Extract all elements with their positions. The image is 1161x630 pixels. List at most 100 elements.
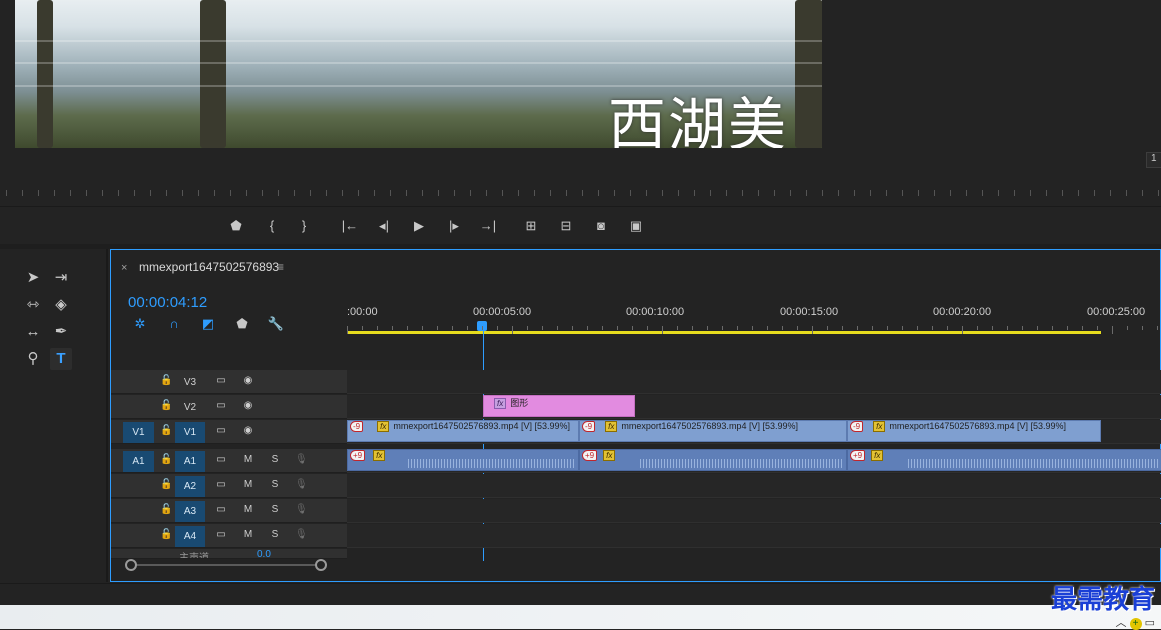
add-marker-button[interactable]: ⬟ <box>226 216 246 236</box>
close-sequence-icon[interactable]: × <box>121 262 127 274</box>
sync-lock-icon[interactable]: ▭ <box>214 529 228 540</box>
extract-button[interactable]: ⊟ <box>556 216 576 236</box>
work-area-bar[interactable] <box>347 331 1101 334</box>
lock-icon[interactable]: 🔓 <box>160 504 172 515</box>
track-header-a3[interactable]: 🔓 A3 ▭ M S 🎙 <box>111 499 347 523</box>
ripple-edit-tool-icon[interactable]: ⇿ <box>22 294 44 316</box>
track-header-a1[interactable]: A1 🔓 A1 ▭ M S 🎙 <box>111 449 347 473</box>
microphone-icon[interactable]: 🎙 <box>295 479 308 490</box>
lock-icon[interactable]: 🔓 <box>160 425 172 436</box>
track-select-tool-icon[interactable]: ⇥ <box>50 267 72 289</box>
mute-button[interactable]: M <box>241 529 255 540</box>
track-name[interactable]: A2 <box>175 476 205 497</box>
track-header-v2[interactable]: 🔓 V2 ▭ ◉ <box>111 395 347 419</box>
track-lane-a4[interactable] <box>347 524 1161 548</box>
track-lane-v1[interactable]: -9 fx mmexport1647502576893.mp4 [V] [53.99… <box>347 420 1161 444</box>
sync-lock-icon[interactable]: ▭ <box>214 375 228 386</box>
track-name[interactable]: V3 <box>175 372 205 393</box>
scroll-end-handle[interactable] <box>315 559 327 571</box>
step-back-button[interactable]: ◂| <box>374 216 394 236</box>
chevron-up-icon[interactable]: ︿ <box>1115 617 1126 629</box>
source-patch-v1[interactable]: V1 <box>123 422 154 443</box>
sequence-tab[interactable]: mmexport1647502576893 <box>139 260 279 274</box>
solo-button[interactable]: S <box>268 529 282 540</box>
track-lane-a3[interactable] <box>347 499 1161 523</box>
sync-lock-icon[interactable]: ▭ <box>214 425 228 436</box>
sync-lock-icon[interactable]: ▭ <box>214 504 228 515</box>
track-header-v3[interactable]: 🔓 V3 ▭ ◉ <box>111 370 347 394</box>
eye-icon[interactable]: ◉ <box>241 375 255 386</box>
pen-tool-icon[interactable]: ✒ <box>50 321 72 343</box>
zoom-readout[interactable]: 1 <box>1146 152 1161 168</box>
solo-button[interactable]: S <box>268 504 282 515</box>
track-lane-a2[interactable] <box>347 474 1161 498</box>
selection-tool-icon[interactable]: ➤ <box>22 267 44 289</box>
audio-clip[interactable]: +9 fx <box>347 449 579 471</box>
go-to-in-button[interactable]: |← <box>340 216 360 236</box>
tray-app-icon[interactable]: + <box>1129 618 1142 630</box>
sequence-menu-icon[interactable]: ≡ <box>277 260 284 274</box>
export-frame-button[interactable]: ◙ <box>591 216 611 236</box>
go-to-out-button[interactable]: →| <box>478 216 498 236</box>
lift-button[interactable]: ⊞ <box>521 216 541 236</box>
eye-icon[interactable]: ◉ <box>241 400 255 411</box>
mark-out-button[interactable]: } <box>294 216 314 236</box>
mute-button[interactable]: M <box>241 504 255 515</box>
monitor-time-ruler[interactable] <box>0 178 1161 196</box>
track-header-a2[interactable]: 🔓 A2 ▭ M S 🎙 <box>111 474 347 498</box>
track-lane-v2[interactable]: fx 图形 <box>347 395 1161 419</box>
snap-icon[interactable]: ∩ <box>164 316 184 334</box>
sync-lock-icon[interactable]: ▭ <box>214 454 228 465</box>
mark-in-button[interactable]: { <box>262 216 282 236</box>
solo-button[interactable]: S <box>268 454 282 465</box>
zoom-tool-icon[interactable]: ⚲ <box>22 348 44 370</box>
graphic-clip[interactable]: fx 图形 <box>483 395 635 417</box>
playhead-timecode[interactable]: 00:00:04:12 <box>128 294 207 311</box>
sync-lock-icon[interactable]: ▭ <box>214 400 228 411</box>
video-clip[interactable]: -9 fx mmexport1647502576893.mp4 [V] [53.99… <box>579 420 847 442</box>
lock-icon[interactable]: 🔓 <box>160 479 172 490</box>
play-button[interactable]: ▶ <box>409 216 429 236</box>
track-header-v1[interactable]: V1 🔓 V1 ▭ ◉ <box>111 420 347 444</box>
timeline-settings-icon[interactable]: 🔧 <box>266 316 286 334</box>
video-clip[interactable]: -9 fx mmexport1647502576893.mp4 [V] [53.99… <box>347 420 579 442</box>
track-name[interactable]: V2 <box>175 397 205 418</box>
program-video-frame[interactable]: 西湖美 <box>15 0 822 148</box>
lock-icon[interactable]: 🔓 <box>160 454 172 465</box>
track-header-master[interactable]: 主声道 0.0 <box>111 549 347 559</box>
type-tool-icon[interactable]: T <box>50 348 72 370</box>
track-name[interactable]: A1 <box>175 451 205 472</box>
scroll-start-handle[interactable] <box>125 559 137 571</box>
audio-clip[interactable]: +9 fx <box>847 449 1161 471</box>
system-tray[interactable]: ︿ + ▭ <box>1115 614 1155 630</box>
linked-selection-icon[interactable]: ◩ <box>198 316 218 334</box>
sync-lock-icon[interactable]: ▭ <box>214 479 228 490</box>
track-name[interactable]: A4 <box>175 526 205 547</box>
timeline-ruler[interactable]: :00:00 00:00:05:00 00:00:10:00 00:00:15:… <box>347 300 1161 340</box>
timeline-zoom-scrollbar[interactable] <box>125 559 327 571</box>
video-clip[interactable]: -9 fx mmexport1647502576893.mp4 [V] [53.99… <box>847 420 1101 442</box>
nest-toggle-icon[interactable]: ✲ <box>130 316 150 334</box>
solo-button[interactable]: S <box>268 479 282 490</box>
track-header-a4[interactable]: 🔓 A4 ▭ M S 🎙 <box>111 524 347 548</box>
track-name[interactable]: A3 <box>175 501 205 522</box>
razor-tool-icon[interactable]: ◈ <box>50 294 72 316</box>
eye-icon[interactable]: ◉ <box>241 425 255 436</box>
mute-button[interactable]: M <box>241 454 255 465</box>
comparison-view-button[interactable]: ▣ <box>626 216 646 236</box>
microphone-icon[interactable]: 🎙 <box>295 454 308 465</box>
track-lane-v3[interactable] <box>347 370 1161 394</box>
source-patch-a1[interactable]: A1 <box>123 451 154 472</box>
track-name[interactable]: V1 <box>175 422 205 443</box>
lock-icon[interactable]: 🔓 <box>160 529 172 540</box>
microphone-icon[interactable]: 🎙 <box>295 529 308 540</box>
step-forward-button[interactable]: |▸ <box>444 216 464 236</box>
add-marker-icon[interactable]: ⬟ <box>232 316 252 334</box>
microphone-icon[interactable]: 🎙 <box>295 504 308 515</box>
slip-tool-icon[interactable]: ↔ <box>22 321 44 343</box>
lock-icon[interactable]: 🔓 <box>160 375 172 386</box>
mute-button[interactable]: M <box>241 479 255 490</box>
network-icon[interactable]: ▭ <box>1145 617 1155 629</box>
lock-icon[interactable]: 🔓 <box>160 400 172 411</box>
track-lane-a1[interactable]: +9 fx +9 fx +9 fx <box>347 449 1161 473</box>
